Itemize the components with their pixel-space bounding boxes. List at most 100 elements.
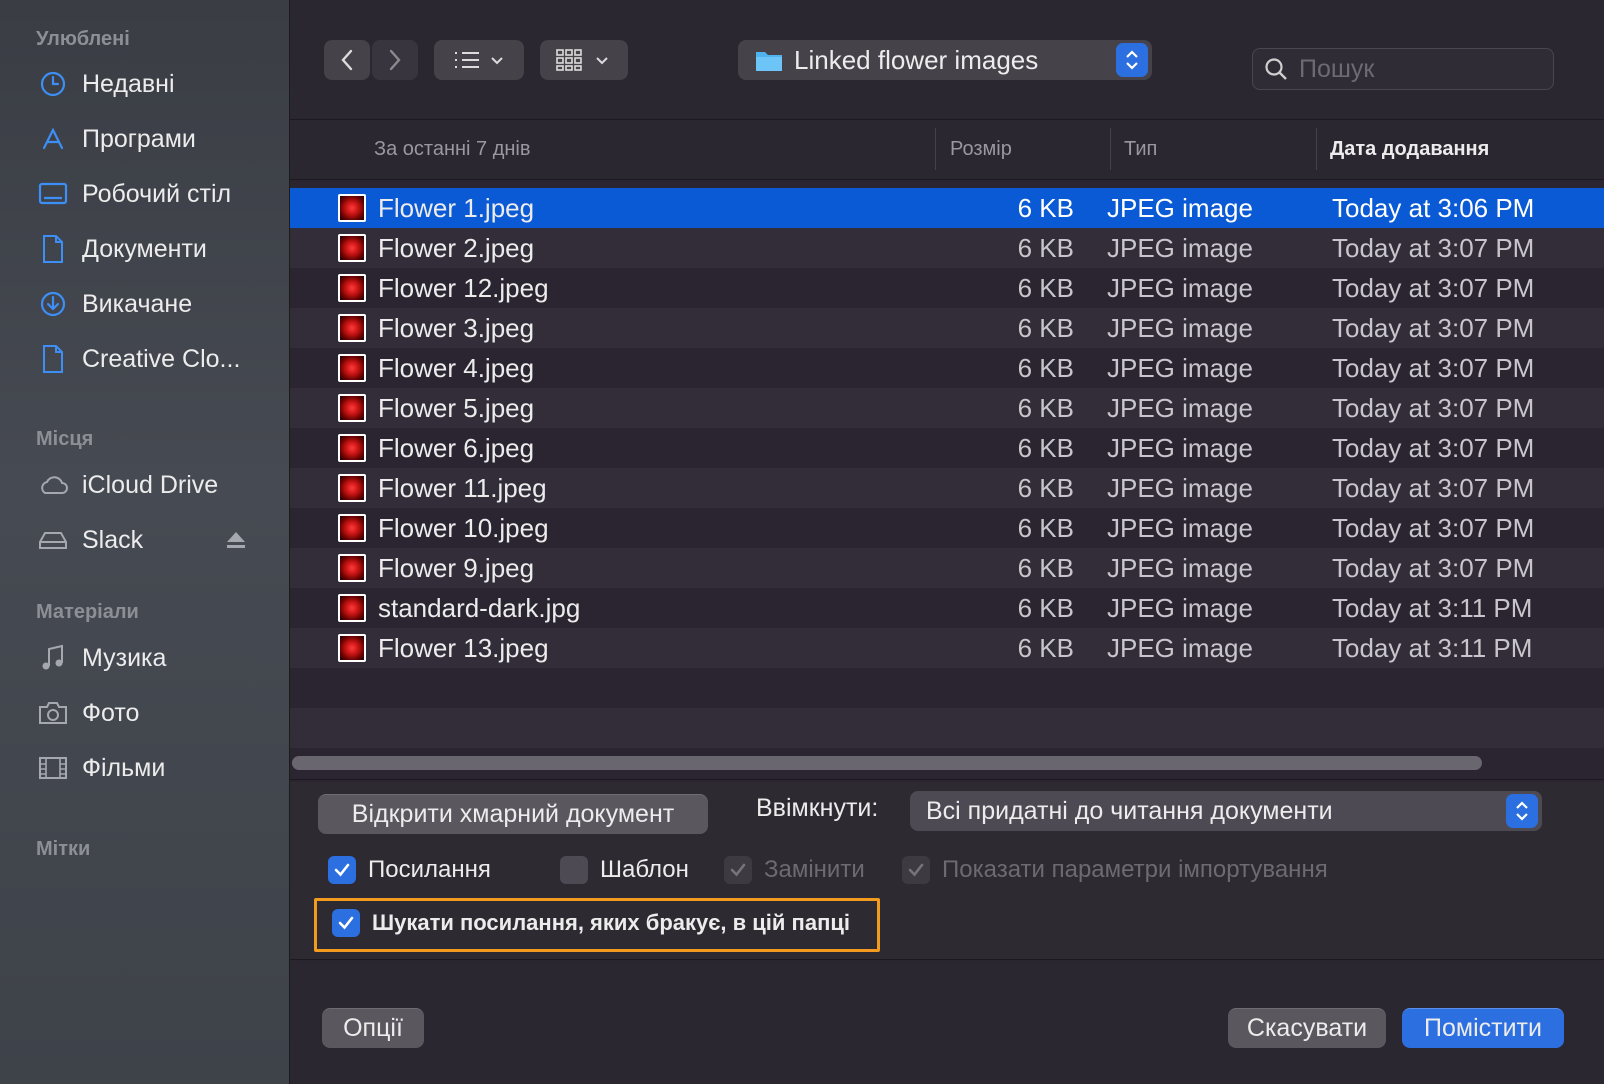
file-row[interactable]: Flower 3.jpeg 6 KB JPEG image Today at 3:07… <box>290 308 1604 348</box>
checkmark-icon <box>328 856 356 884</box>
sidebar: Улюблені Недавні Програми Робочий стіл Д… <box>0 0 290 1084</box>
link-checkbox[interactable]: Посилання <box>328 856 491 884</box>
toolbar: Linked flower images Пошук <box>290 0 1604 120</box>
place-button[interactable]: Помістити <box>1402 1008 1564 1048</box>
main-panel: Linked flower images Пошук За останні 7 … <box>290 0 1604 1084</box>
file-type: JPEG image <box>1107 272 1253 303</box>
drive-icon <box>36 523 70 557</box>
cancel-button[interactable]: Скасувати <box>1228 1008 1386 1048</box>
enable-popup[interactable]: Всі придатні до читання документи <box>910 791 1542 831</box>
sidebar-item-documents[interactable]: Документи <box>36 229 266 269</box>
file-date: Today at 3:07 PM <box>1332 392 1535 423</box>
chevron-right-icon <box>389 49 401 71</box>
open-cloud-document-button[interactable]: Відкрити хмарний документ <box>318 794 708 834</box>
show-import-options-label: Показати параметри імпортування <box>942 856 1328 883</box>
column-divider <box>1316 128 1317 170</box>
file-row[interactable]: Flower 13.jpeg 6 KB JPEG image Today at 3:1… <box>290 628 1604 668</box>
image-file-icon <box>338 234 366 262</box>
scrollbar-thumb[interactable] <box>292 756 1482 770</box>
file-size: 6 KB <box>1017 552 1074 583</box>
checkmark-icon <box>902 856 930 884</box>
template-checkbox[interactable]: Шаблон <box>560 856 689 884</box>
cloud-icon <box>36 468 70 502</box>
file-size: 6 KB <box>1017 392 1074 423</box>
file-type: JPEG image <box>1107 632 1253 663</box>
image-file-icon <box>338 354 366 382</box>
sidebar-item-recents[interactable]: Недавні <box>36 64 266 104</box>
file-size: 6 KB <box>1017 512 1074 543</box>
file-row[interactable]: Flower 4.jpeg 6 KB JPEG image Today at 3:07… <box>290 348 1604 388</box>
forward-button[interactable] <box>372 40 418 80</box>
applications-icon <box>36 122 70 156</box>
sidebar-item-photos[interactable]: Фото <box>36 693 266 733</box>
sidebar-item-desktop[interactable]: Робочий стіл <box>36 174 266 214</box>
sidebar-item-label: Викачане <box>82 289 193 318</box>
search-field[interactable]: Пошук <box>1252 48 1554 90</box>
file-name: Flower 1.jpeg <box>378 192 535 223</box>
file-date: Today at 3:07 PM <box>1332 272 1535 303</box>
file-size: 6 KB <box>1017 272 1074 303</box>
image-file-icon <box>338 554 366 582</box>
file-row[interactable]: Flower 5.jpeg 6 KB JPEG image Today at 3:07… <box>290 388 1604 428</box>
sidebar-item-music[interactable]: Музика <box>36 638 266 678</box>
sidebar-item-label: Робочий стіл <box>82 179 232 208</box>
column-divider <box>935 128 936 170</box>
file-row[interactable]: standard-dark.jpg 6 KB JPEG image Today at … <box>290 588 1604 628</box>
sidebar-item-label: Creative Clo... <box>82 344 241 373</box>
file-type: JPEG image <box>1107 392 1253 423</box>
column-size[interactable]: Розмір <box>950 138 1012 161</box>
folder-path-popup[interactable]: Linked flower images <box>738 40 1152 80</box>
file-list: Flower 1.jpeg 6 KB JPEG image Today at 3:06… <box>290 188 1604 668</box>
stepper-chevrons-icon <box>1506 794 1538 828</box>
column-date-added[interactable]: Дата додавання <box>1330 138 1489 161</box>
search-placeholder: Пошук <box>1299 54 1375 83</box>
list-view-button[interactable] <box>434 40 524 80</box>
file-size: 6 KB <box>1017 432 1074 463</box>
file-date: Today at 3:07 PM <box>1332 512 1535 543</box>
chevron-left-icon <box>341 49 353 71</box>
file-row[interactable]: Flower 1.jpeg 6 KB JPEG image Today at 3:06… <box>290 188 1604 228</box>
file-row[interactable]: Flower 2.jpeg 6 KB JPEG image Today at 3:07… <box>290 228 1604 268</box>
options-button[interactable]: Опції <box>322 1008 424 1048</box>
file-row[interactable]: Flower 10.jpeg 6 KB JPEG image Today at 3:0… <box>290 508 1604 548</box>
search-missing-links-checkbox[interactable]: Шукати посилання, яких бракує, в цій пап… <box>332 909 850 937</box>
horizontal-scrollbar[interactable] <box>290 746 1604 780</box>
sidebar-item-label: iCloud Drive <box>82 470 219 499</box>
grid-view-button[interactable] <box>540 40 628 80</box>
list-icon <box>455 52 503 68</box>
search-icon <box>1265 58 1287 80</box>
file-row[interactable]: Flower 12.jpeg 6 KB JPEG image Today at 3:0… <box>290 268 1604 308</box>
sidebar-item-movies[interactable]: Фільми <box>36 748 266 788</box>
grid-icon <box>556 49 608 71</box>
file-type: JPEG image <box>1107 352 1253 383</box>
column-type[interactable]: Тип <box>1124 138 1157 161</box>
options-panel: Відкрити хмарний документ Ввімкнути: Всі… <box>290 782 1604 960</box>
file-date: Today at 3:07 PM <box>1332 432 1535 463</box>
sidebar-item-creative-cloud[interactable]: Creative Clo... <box>36 339 266 379</box>
file-name: Flower 2.jpeg <box>378 232 535 263</box>
sidebar-section-locations: Місця <box>36 428 94 450</box>
file-type: JPEG image <box>1107 232 1253 263</box>
file-date: Today at 3:11 PM <box>1332 632 1533 663</box>
column-header: За останні 7 днів Розмір Тип Дата додава… <box>290 120 1604 180</box>
file-date: Today at 3:07 PM <box>1332 232 1535 263</box>
sidebar-item-applications[interactable]: Програми <box>36 119 266 159</box>
file-date: Today at 3:06 PM <box>1332 192 1535 223</box>
show-import-options-checkbox: Показати параметри імпортування <box>902 856 1328 884</box>
file-row[interactable]: Flower 11.jpeg 6 KB JPEG image Today at 3:0… <box>290 468 1604 508</box>
file-date: Today at 3:07 PM <box>1332 472 1535 503</box>
sidebar-item-downloads[interactable]: Викачане <box>36 284 266 324</box>
sidebar-section-tags: Мітки <box>36 838 91 860</box>
file-name: Flower 11.jpeg <box>378 472 547 503</box>
eject-icon[interactable] <box>224 528 248 552</box>
download-icon <box>36 287 70 321</box>
column-name[interactable]: За останні 7 днів <box>374 138 531 161</box>
desktop-icon <box>36 177 70 211</box>
sidebar-item-icloud-drive[interactable]: iCloud Drive <box>36 465 266 505</box>
enable-popup-value: Всі придатні до читання документи <box>926 796 1333 825</box>
file-row[interactable]: Flower 6.jpeg 6 KB JPEG image Today at 3:07… <box>290 428 1604 468</box>
sidebar-item-label: Фото <box>82 698 140 727</box>
file-row[interactable]: Flower 9.jpeg 6 KB JPEG image Today at 3:07… <box>290 548 1604 588</box>
back-button[interactable] <box>324 40 370 80</box>
file-date: Today at 3:07 PM <box>1332 552 1535 583</box>
